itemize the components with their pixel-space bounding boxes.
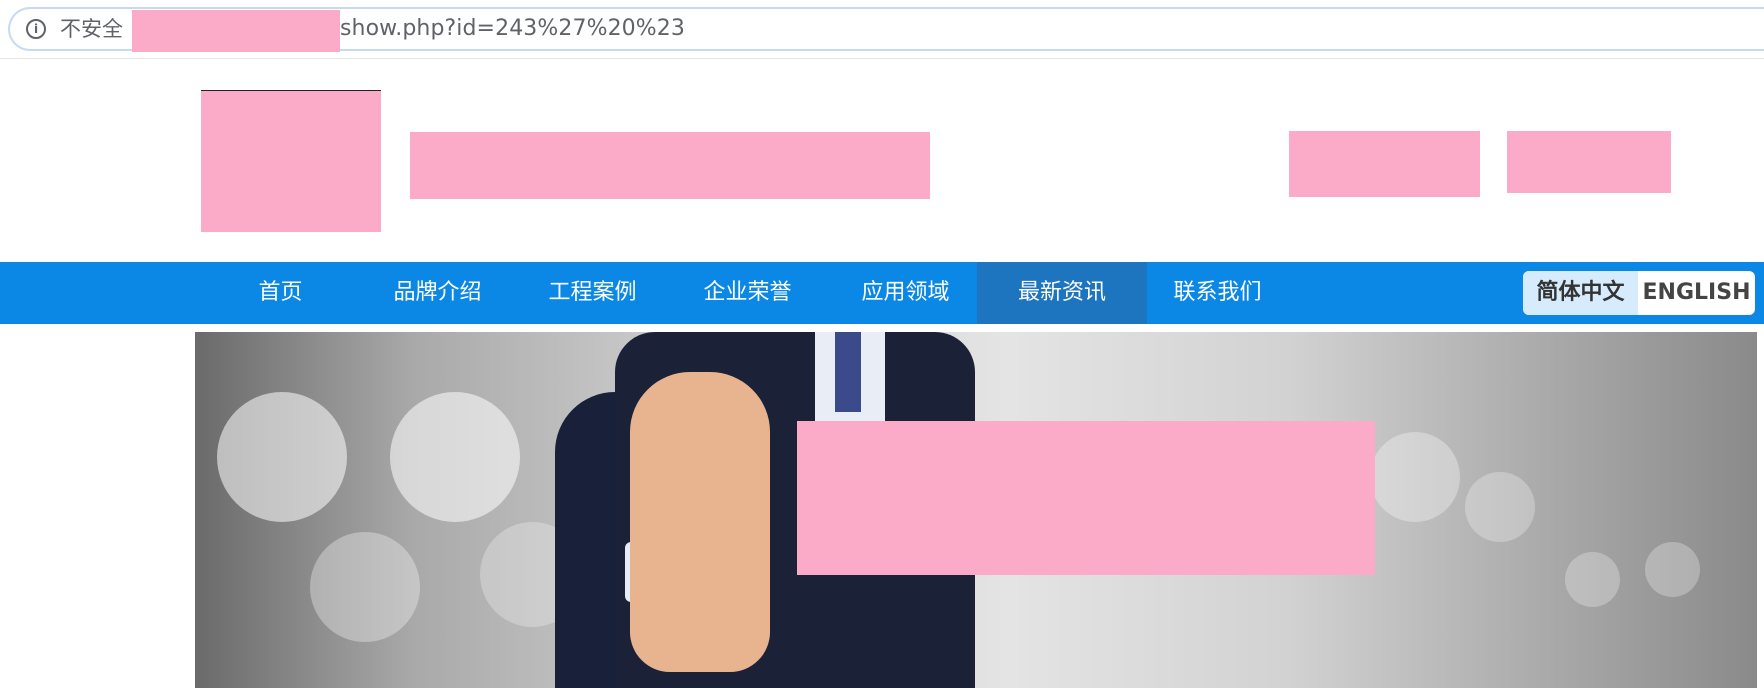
bokeh-light	[310, 532, 420, 642]
bokeh-light	[390, 392, 520, 522]
address-bar[interactable]: i 不安全 show.php?id=243%27%20%23	[8, 7, 1764, 52]
browser-toolbar: i 不安全 show.php?id=243%27%20%23	[0, 0, 1764, 59]
language-switcher: 简体中文 ENGLISH	[1523, 271, 1755, 315]
header-phone-redacted	[1507, 131, 1671, 193]
url-text[interactable]: show.php?id=243%27%20%23	[340, 18, 685, 40]
tie	[835, 332, 861, 412]
nav-item-news[interactable]: 最新资讯	[977, 262, 1147, 324]
bokeh-light	[1565, 552, 1620, 607]
security-label[interactable]: 不安全	[60, 18, 123, 40]
info-icon[interactable]: i	[26, 19, 46, 39]
redacted-domain	[132, 10, 340, 52]
company-name-redacted	[410, 132, 930, 199]
lang-chinese-button[interactable]: 简体中文	[1523, 271, 1638, 315]
nav-item-cases[interactable]: 工程案例	[535, 262, 650, 324]
banner-text-redacted	[797, 421, 1375, 575]
nav-item-brand[interactable]: 品牌介绍	[380, 262, 495, 324]
nav-item-contact[interactable]: 联系我们	[1160, 262, 1275, 324]
nav-item-home[interactable]: 首页	[233, 262, 328, 324]
nav-item-honors[interactable]: 企业荣誉	[690, 262, 805, 324]
handshake-hand	[630, 372, 770, 672]
bokeh-light	[1465, 472, 1535, 542]
nav-item-applications[interactable]: 应用领域	[848, 262, 963, 324]
bokeh-light	[217, 392, 347, 522]
header-contact-redacted	[1289, 131, 1480, 197]
lang-english-button[interactable]: ENGLISH	[1638, 271, 1755, 315]
main-nav: 首页 品牌介绍 工程案例 企业荣誉 应用领域 最新资讯 联系我们 简体中文 EN…	[0, 262, 1764, 324]
bokeh-light	[1645, 542, 1700, 597]
bokeh-light	[1370, 432, 1460, 522]
logo-redacted[interactable]	[201, 91, 381, 232]
